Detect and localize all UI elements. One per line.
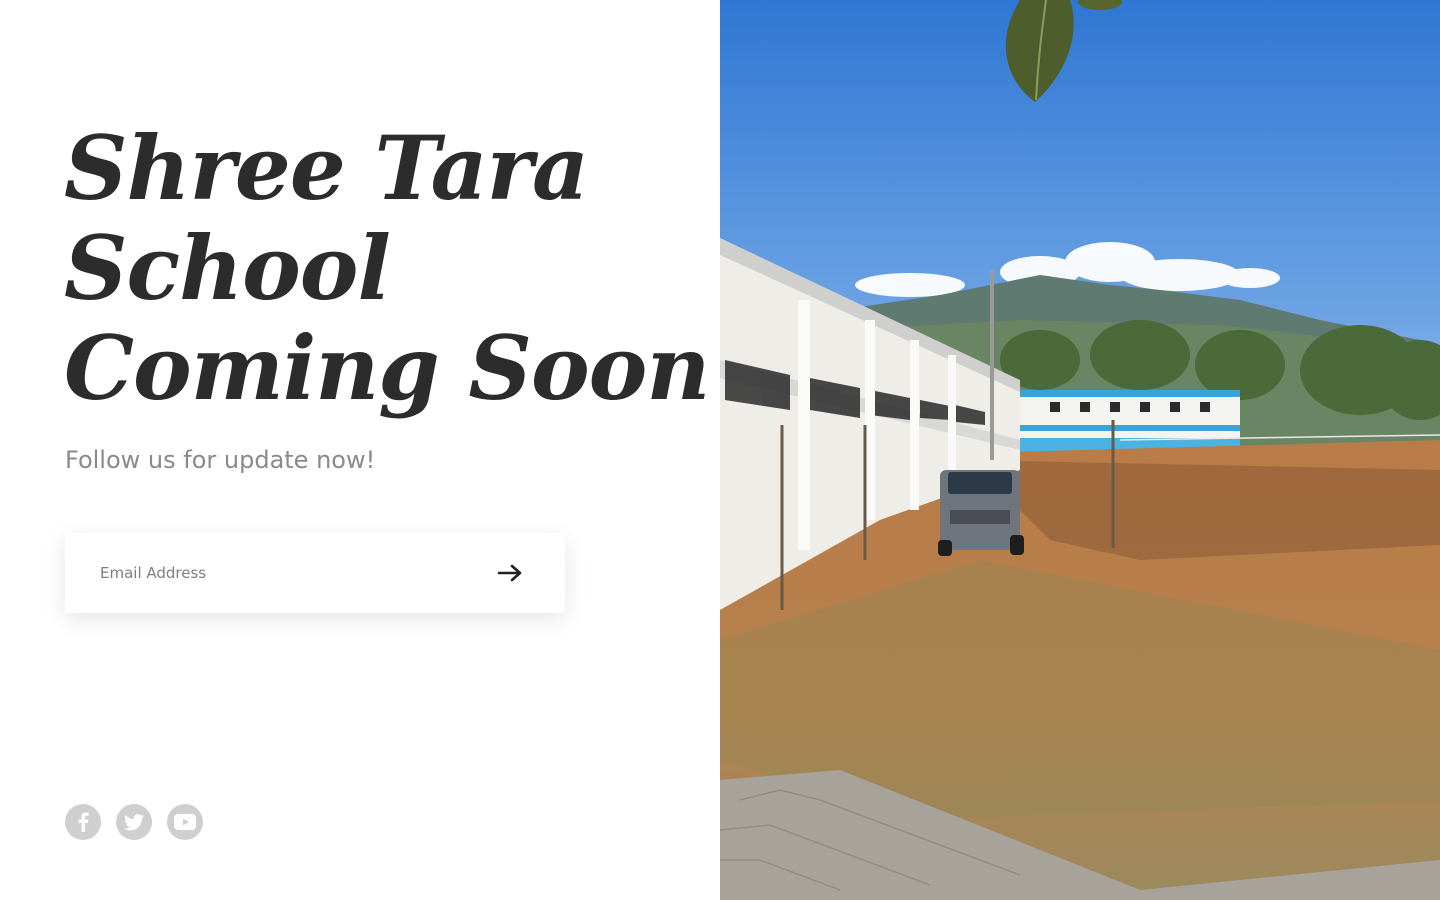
subscribe-form [65, 533, 565, 613]
arrow-right-icon [497, 564, 522, 582]
youtube-icon [174, 814, 196, 830]
hero-image [720, 0, 1440, 900]
title-line-2: School [64, 216, 391, 320]
left-panel: Shree Tara School Coming Soon Follow us … [0, 0, 720, 900]
twitter-icon [124, 813, 144, 830]
social-links [65, 804, 203, 840]
facebook-link[interactable] [65, 804, 101, 840]
youtube-link[interactable] [167, 804, 203, 840]
twitter-link[interactable] [116, 804, 152, 840]
submit-button[interactable] [475, 553, 545, 593]
email-input[interactable] [65, 533, 485, 613]
page-title: Shree Tara School Coming Soon [64, 116, 710, 420]
facebook-icon [78, 812, 89, 832]
title-line-3: Coming Soon [64, 316, 710, 420]
title-line-1: Shree Tara [64, 116, 589, 220]
subtitle: Follow us for update now! [65, 446, 376, 474]
school-campus-photo [720, 0, 1440, 900]
